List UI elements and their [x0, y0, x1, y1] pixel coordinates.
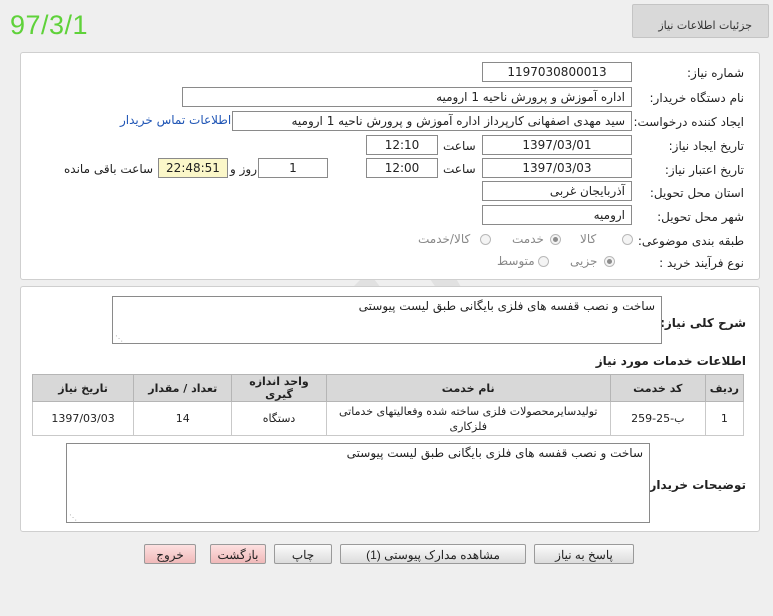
services-header-row: ردیف کد خدمت نام خدمت واحد اندازه گیری ت…	[31, 374, 745, 402]
category-option-service: خدمت	[512, 232, 544, 246]
back-button[interactable]: بازگشت	[210, 544, 266, 564]
remaining-time-field: 22:48:51	[158, 158, 228, 178]
cell-date: 1397/03/03	[31, 401, 135, 436]
cell-row: 1	[704, 401, 745, 436]
services-title: اطلاعات خدمات مورد نیاز	[595, 354, 746, 368]
date-stamp: 97/3/1	[10, 10, 89, 40]
process-label: نوع فرآیند خرید :	[659, 256, 744, 270]
need-number-field: 1197030800013	[482, 62, 632, 82]
requester-field: سید مهدی اصفهانی کارپرداز اداره آموزش و …	[232, 111, 632, 131]
days-label: روز و	[230, 162, 257, 176]
valid-time-field: 12:00	[366, 158, 438, 178]
valid-date-label: تاریخ اعتبار نیاز:	[664, 163, 744, 177]
category-radio-service[interactable]	[550, 234, 561, 245]
page-title: جزئیات اطلاعات نیاز	[658, 19, 752, 32]
category-radio-both[interactable]	[480, 234, 491, 245]
col-qty: تعداد / مقدار	[133, 374, 233, 402]
buyer-contact-link[interactable]: اطلاعات تماس خریدار	[120, 113, 231, 127]
summary-text: ساخت و نصب قفسه های فلزی بایگانی طبق لیس…	[358, 299, 655, 313]
province-field: آذربایجان غربی	[482, 181, 632, 201]
cell-code: ب-25-259	[609, 401, 706, 436]
table-row: 1 ب-25-259 تولیدسایرمحصولات فلزی ساخته ش…	[31, 401, 745, 436]
requester-label: ایجاد کننده درخواست:	[633, 115, 744, 129]
buyer-notes-text: ساخت و نصب قفسه های فلزی بایگانی طبق لیس…	[346, 446, 643, 460]
need-number-label: شماره نیاز:	[687, 66, 744, 80]
category-label: طبقه بندی موضوعی:	[637, 234, 744, 248]
valid-time-label: ساعت	[443, 162, 476, 176]
remaining-label: ساعت باقی مانده	[64, 162, 154, 176]
attachments-button[interactable]: مشاهده مدارک پیوستی (1)	[340, 544, 526, 564]
resize-grip-icon: ⋰	[69, 513, 77, 522]
print-button[interactable]: چاپ	[274, 544, 332, 564]
process-option-minor: جزیی	[570, 254, 598, 268]
category-option-both: کالا/خدمت	[418, 232, 471, 246]
col-code: کد خدمت	[609, 374, 706, 402]
remaining-days-field: 1	[258, 158, 328, 178]
valid-date-field: 1397/03/03	[482, 158, 632, 178]
created-date-field: 1397/03/01	[482, 135, 632, 155]
province-label: استان محل تحویل:	[649, 186, 744, 200]
created-date-label: تاریخ ایجاد نیاز:	[668, 139, 744, 153]
summary-label: شرح کلی نیاز:	[660, 316, 746, 330]
city-field: ارومیه	[482, 205, 632, 225]
buyer-notes-textarea: ساخت و نصب قفسه های فلزی بایگانی طبق لیس…	[66, 443, 650, 523]
category-option-goods: کالا	[580, 232, 597, 246]
col-unit: واحد اندازه گیری	[231, 374, 327, 402]
exit-button[interactable]: خروج	[144, 544, 196, 564]
page-header: جزئیات اطلاعات نیاز	[632, 4, 769, 38]
process-radio-medium[interactable]	[538, 256, 549, 267]
buyer-notes-label: توضیحات خریدار:	[644, 478, 746, 492]
buyer-org-field: اداره آموزش و پرورش ناحیه 1 ارومیه	[182, 87, 632, 107]
summary-textarea: ساخت و نصب قفسه های فلزی بایگانی طبق لیس…	[112, 296, 662, 344]
category-radio-goods[interactable]	[622, 234, 633, 245]
col-date: تاریخ نیاز	[31, 374, 135, 402]
cell-qty: 14	[133, 401, 233, 436]
reply-button[interactable]: پاسخ به نیاز	[534, 544, 634, 564]
cell-name: تولیدسایرمحصولات فلزی ساخته شده وفعالیته…	[325, 401, 611, 436]
services-table: ردیف کد خدمت نام خدمت واحد اندازه گیری ت…	[31, 374, 745, 436]
city-label: شهر محل تحویل:	[657, 210, 744, 224]
buyer-org-label: نام دستگاه خریدار:	[649, 91, 745, 105]
col-name: نام خدمت	[325, 374, 611, 402]
cell-unit: دستگاه	[231, 401, 327, 436]
resize-grip-icon: ⋰	[115, 334, 123, 343]
process-option-medium: متوسط	[497, 254, 535, 268]
col-row: ردیف	[704, 374, 745, 402]
created-time-label: ساعت	[443, 139, 476, 153]
created-time-field: 12:10	[366, 135, 438, 155]
process-radio-minor[interactable]	[604, 256, 615, 267]
